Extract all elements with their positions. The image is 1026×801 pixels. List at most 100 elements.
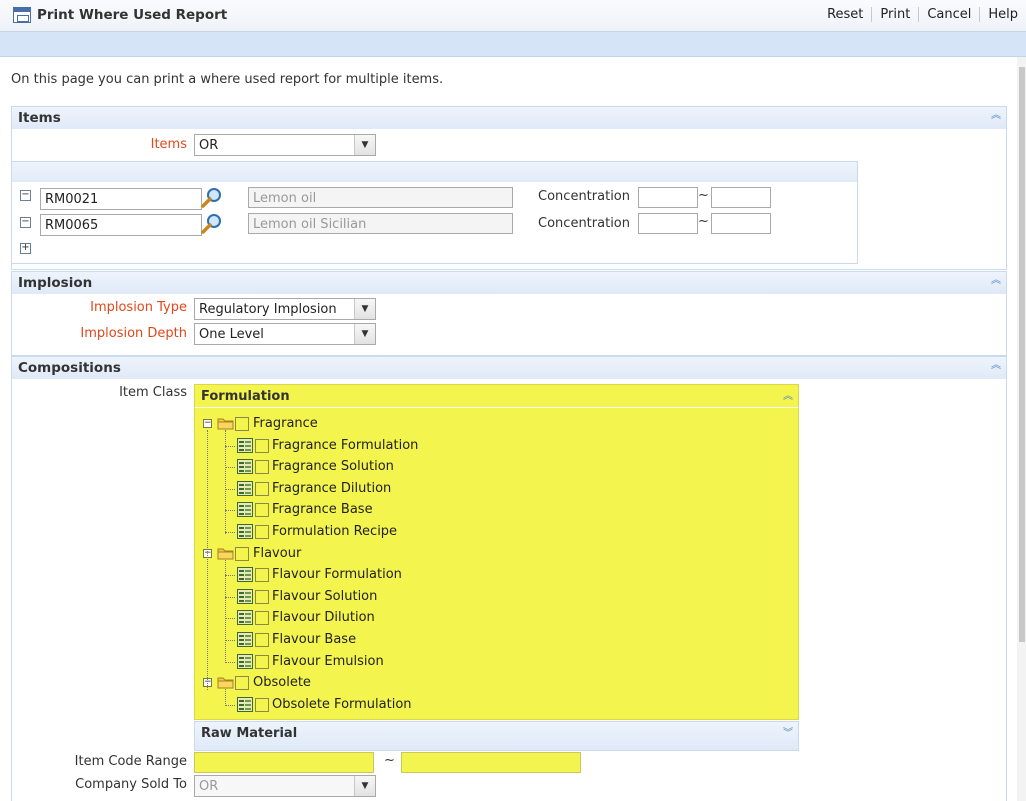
formulation-title: Formulation — [201, 389, 290, 404]
item-class-checkbox[interactable] — [255, 503, 269, 518]
implosion-type-value: Regulatory Implosion — [199, 302, 337, 317]
implosion-depth-select[interactable]: One Level ▼ — [194, 323, 376, 345]
collapse-icon[interactable]: ︽ — [991, 361, 1001, 371]
tree-item[interactable]: Fragrance Solution — [195, 457, 595, 477]
collapse-icon[interactable]: ︽ — [991, 111, 1001, 121]
tree-connector — [225, 640, 235, 641]
expand-icon[interactable]: ︾ — [783, 729, 793, 739]
formulation-class-icon — [237, 480, 253, 496]
items-logic-select[interactable]: OR ▼ — [194, 134, 376, 156]
collapse-node-icon[interactable]: − — [203, 419, 212, 428]
tree-item[interactable]: Fragrance Dilution — [195, 479, 595, 499]
concentration-to-field[interactable] — [711, 213, 771, 234]
implosion-depth-value: One Level — [199, 327, 264, 342]
items-list-header — [12, 162, 857, 182]
tree-item-label: Fragrance Dilution — [272, 480, 392, 496]
compositions-section-header: Compositions ︽ — [12, 357, 1006, 379]
item-code-field[interactable]: RM0065 — [40, 214, 202, 236]
items-label: Items — [150, 137, 187, 152]
tree-connector — [225, 467, 235, 469]
item-class-checkbox[interactable] — [255, 525, 269, 539]
item-class-checkbox[interactable] — [255, 697, 269, 712]
tree-connector — [225, 445, 235, 447]
tree-item[interactable]: Formulation Recipe — [195, 522, 595, 542]
add-item-button[interactable]: + — [20, 243, 31, 254]
tree-item[interactable]: Fragrance Formulation — [195, 436, 595, 456]
tree-item[interactable]: Flavour Base — [195, 630, 595, 650]
scrollbar-thumb[interactable] — [1019, 67, 1025, 642]
formulation-class-icon — [237, 567, 253, 583]
formulation-tree-header: Formulation ︽ — [195, 385, 798, 408]
group-checkbox[interactable] — [235, 676, 249, 691]
tree-item[interactable]: Flavour Solution — [195, 587, 595, 607]
item-class-checkbox[interactable] — [255, 460, 269, 475]
tree-group-label: Obsolete — [253, 675, 311, 691]
raw-material-panel[interactable]: Raw Material ︾ — [194, 721, 799, 751]
folder-icon — [217, 676, 234, 689]
item-code-value: RM0021 — [45, 192, 99, 207]
implosion-type-label: Implosion Type — [90, 300, 187, 315]
tree-item[interactable]: Flavour Dilution — [195, 608, 595, 628]
implosion-type-select[interactable]: Regulatory Implosion ▼ — [194, 298, 376, 320]
remove-item-button[interactable]: − — [20, 190, 31, 201]
tree-connector — [225, 575, 235, 577]
reset-button[interactable]: Reset — [819, 7, 871, 22]
group-checkbox[interactable] — [235, 546, 249, 561]
tree-item[interactable]: Fragrance Base — [195, 500, 595, 520]
tree-item[interactable]: Obsolete Formulation — [195, 695, 595, 715]
item-class-checkbox[interactable] — [255, 481, 269, 496]
help-button[interactable]: Help — [979, 7, 1026, 22]
tree-group-obsolete[interactable]: − Obsolete — [195, 673, 595, 693]
group-checkbox[interactable] — [235, 417, 249, 431]
item-class-checkbox[interactable] — [255, 654, 269, 669]
implosion-section-header: Implosion ︽ — [12, 272, 1006, 294]
item-description-value: Lemon oil Sicilian — [253, 217, 367, 232]
search-icon[interactable] — [201, 212, 223, 234]
collapse-icon[interactable]: ︽ — [783, 392, 793, 402]
item-code-to-field[interactable] — [401, 752, 581, 773]
tree-group-fragrance[interactable]: − Fragrance — [195, 414, 595, 434]
item-description-field: Lemon oil Sicilian — [248, 213, 513, 234]
tree-connector — [225, 510, 235, 512]
concentration-to-field[interactable] — [711, 187, 771, 208]
item-class-checkbox[interactable] — [255, 633, 269, 647]
concentration-from-field[interactable] — [638, 213, 698, 234]
formulation-class-icon — [237, 502, 253, 518]
chevron-down-icon: ▼ — [354, 135, 375, 155]
formulation-class-icon — [237, 610, 253, 626]
company-sold-to-select[interactable]: OR ▼ — [194, 775, 376, 797]
item-description-value: Lemon oil — [253, 191, 317, 206]
range-separator: ~ — [384, 753, 395, 768]
concentration-label: Concentration — [538, 216, 630, 231]
tree-item[interactable]: Flavour Formulation — [195, 565, 595, 585]
print-button[interactable]: Print — [871, 7, 918, 22]
page-title: Print Where Used Report — [37, 7, 228, 23]
company-sold-to-label: Company Sold To — [75, 777, 187, 792]
intro-text: On this page you can print a where used … — [11, 72, 444, 87]
tree-item-label: Flavour Formulation — [272, 567, 402, 583]
tree-item-label: Fragrance Formulation — [272, 437, 419, 453]
range-separator: ~ — [698, 188, 709, 203]
tree-connector — [225, 618, 235, 620]
tree-connector — [225, 488, 235, 490]
tree-item-label: Flavour Solution — [272, 588, 378, 604]
collapse-icon[interactable]: ︽ — [991, 276, 1001, 286]
tree-connector — [225, 596, 235, 598]
item-class-checkbox[interactable] — [255, 568, 269, 583]
item-class-label: Item Class — [119, 385, 187, 400]
concentration-from-field[interactable] — [638, 187, 698, 208]
chevron-down-icon: ▼ — [354, 299, 375, 319]
item-code-from-field[interactable] — [194, 752, 374, 773]
tree-group-flavour[interactable]: − Flavour — [195, 544, 595, 564]
remove-item-button[interactable]: − — [20, 217, 31, 228]
cancel-button[interactable]: Cancel — [918, 7, 979, 22]
search-icon[interactable] — [201, 186, 223, 208]
item-code-field[interactable]: RM0021 — [40, 188, 202, 210]
item-class-checkbox[interactable] — [255, 611, 269, 626]
item-class-checkbox[interactable] — [255, 438, 269, 453]
item-class-checkbox[interactable] — [255, 589, 269, 604]
tree-item-label: Formulation Recipe — [272, 524, 398, 539]
tree-item[interactable]: Flavour Emulsion — [195, 652, 595, 672]
formulation-class-icon — [237, 437, 253, 453]
item-code-range-label: Item Code Range — [74, 754, 187, 769]
